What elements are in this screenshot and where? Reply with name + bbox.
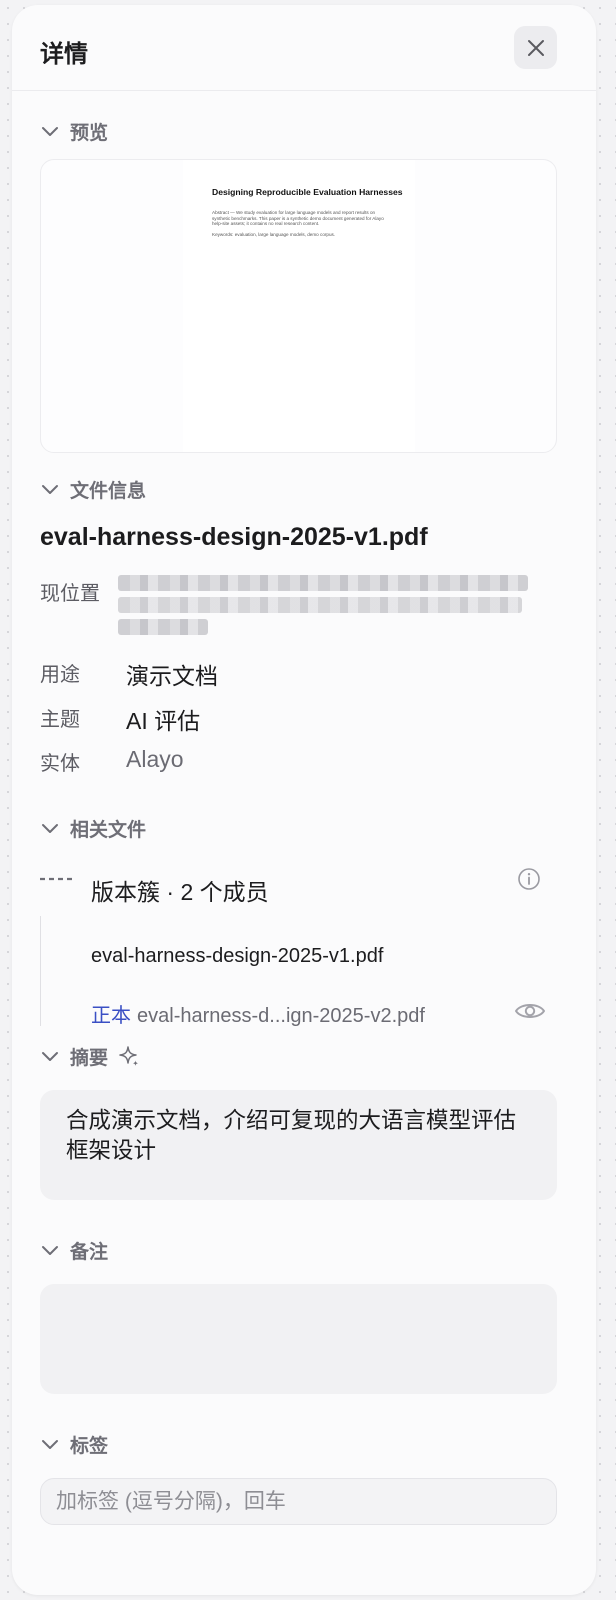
chevron-down-icon: [42, 127, 58, 136]
related-file-item[interactable]: eval-harness-design-2025-v1.pdf: [91, 945, 383, 968]
primary-badge: 正本: [91, 1005, 131, 1027]
related-file-item-primary[interactable]: 正本 eval-harness-d...ign-2025-v2.pdf: [91, 999, 425, 1028]
preview-page: Designing Reproducible Evaluation Harnes…: [183, 160, 415, 452]
details-panel: 详情 预览 Designing Reproducible Evaluation …: [12, 5, 596, 1595]
eye-icon[interactable]: [514, 999, 546, 1023]
location-value-redacted: [118, 569, 530, 641]
section-toggle-tags[interactable]: 标签: [40, 1432, 109, 1457]
location-label: 现位置: [40, 583, 100, 605]
related-file-name: eval-harness-d...ign-2025-v2.pdf: [137, 1005, 425, 1027]
purpose-label: 用途: [40, 664, 80, 686]
sparkle-ai-icon: [119, 1046, 139, 1066]
preview-keywords: Keywords: evaluation, large language mod…: [212, 232, 336, 237]
section-title-related: 相关文件: [70, 819, 147, 841]
section-title-file-info: 文件信息: [70, 480, 147, 502]
close-button[interactable]: [514, 26, 557, 69]
cluster-tree-line: [40, 916, 41, 1026]
info-icon[interactable]: [517, 867, 541, 891]
preview-abstract: Abstract — We study evaluation for large…: [212, 210, 384, 227]
notes-textarea[interactable]: [40, 1284, 557, 1394]
file-name: eval-harness-design-2025-v1.pdf: [40, 523, 428, 551]
topic-label: 主题: [40, 709, 80, 731]
preview-doc-title: Designing Reproducible Evaluation Harnes…: [212, 187, 403, 197]
purpose-value: 演示文档: [126, 663, 218, 689]
section-toggle-file-info[interactable]: 文件信息: [40, 477, 147, 502]
topic-value: AI 评估: [126, 708, 201, 734]
section-title-summary: 摘要: [70, 1047, 109, 1069]
section-toggle-summary[interactable]: 摘要: [40, 1044, 140, 1069]
tags-input[interactable]: [40, 1478, 557, 1525]
panel-title: 详情: [40, 41, 88, 68]
panel-header: 详情: [12, 5, 596, 91]
chevron-down-icon: [42, 485, 58, 494]
entity-label: 实体: [40, 753, 80, 775]
section-title-tags: 标签: [70, 1435, 109, 1457]
section-toggle-notes[interactable]: 备注: [40, 1238, 109, 1263]
entity-value: Alayo: [126, 746, 184, 772]
chevron-down-icon: [42, 1052, 58, 1061]
chevron-down-icon: [42, 1246, 58, 1255]
section-toggle-preview[interactable]: 预览: [40, 119, 109, 144]
section-toggle-related[interactable]: 相关文件: [40, 816, 147, 841]
dash-line-icon: [40, 877, 74, 881]
version-cluster-label: 版本簇 · 2 个成员: [91, 879, 269, 905]
section-title-notes: 备注: [70, 1241, 109, 1263]
summary-text: 合成演示文档，介绍可复现的大语言模型评估框架设计: [40, 1090, 557, 1200]
document-preview[interactable]: Designing Reproducible Evaluation Harnes…: [40, 159, 557, 453]
section-title-preview: 预览: [70, 122, 109, 144]
chevron-down-icon: [42, 1440, 58, 1449]
close-icon: [527, 39, 544, 56]
chevron-down-icon: [42, 824, 58, 833]
